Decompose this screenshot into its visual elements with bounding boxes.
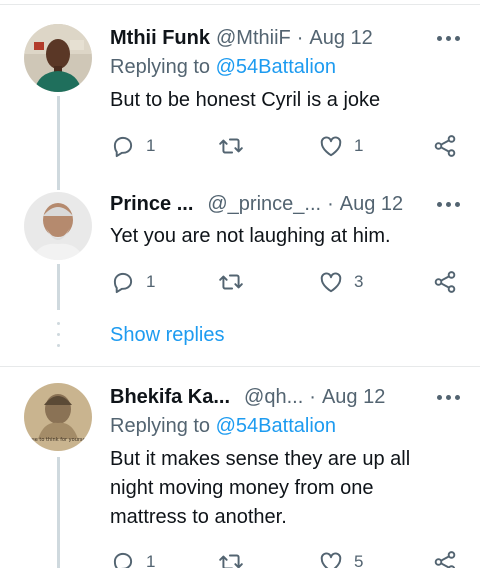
thread-line (57, 264, 60, 310)
author-name[interactable]: Mthii Funk (110, 27, 210, 50)
top-divider (0, 4, 480, 5)
mention-link[interactable]: @54Battalion (216, 56, 336, 78)
retweet-button[interactable] (218, 548, 254, 568)
show-replies-link[interactable]: Show replies (110, 324, 225, 347)
author-handle[interactable]: @_prince_... (207, 193, 321, 216)
share-icon (434, 135, 456, 157)
replying-to: Replying to @54Battalion (110, 415, 336, 438)
reply-button[interactable]: 1 (110, 548, 155, 568)
tweet-prince[interactable]: Prince ... @_prince_... · Aug 12 Yet you… (0, 180, 480, 310)
avatar[interactable] (24, 24, 92, 92)
tweet-text: Yet you are not laughing at him. (110, 225, 391, 247)
replying-prefix: Replying to (110, 56, 211, 78)
tweet-actions: 1 1 (110, 132, 460, 160)
like-count: 1 (354, 136, 364, 155)
avatar[interactable]: Free to think for yourself (24, 383, 92, 451)
tweet-header: Mthii Funk @MthiiF · Aug 12 (110, 24, 460, 52)
share-button[interactable] (432, 132, 458, 160)
author-name[interactable]: Bhekifa Ka... (110, 386, 230, 409)
like-icon (320, 136, 342, 157)
tweet-date[interactable]: Aug 12 (322, 386, 385, 409)
tweet-date[interactable]: Aug 12 (340, 193, 403, 216)
separator-dot: · (309, 385, 316, 408)
share-button[interactable] (432, 268, 458, 296)
tweet-header: Bhekifa Ka... @qh... · Aug 12 (110, 383, 460, 411)
reply-button[interactable]: 1 (110, 132, 155, 160)
reply-icon (113, 136, 133, 158)
like-button[interactable]: 3 (318, 268, 363, 296)
reply-button[interactable]: 1 (110, 268, 155, 296)
tweet-date[interactable]: Aug 12 (309, 27, 372, 50)
tweet-text: But to be honest Cyril is a joke (110, 89, 381, 111)
tweet-header: Prince ... @_prince_... · Aug 12 (110, 190, 460, 218)
collapsed-thread-dots (57, 322, 60, 352)
tweet-mthii-funk[interactable]: Mthii Funk @MthiiF · Aug 12 Replying to … (0, 10, 480, 180)
avatar[interactable] (24, 192, 92, 260)
more-icon[interactable] (437, 202, 460, 207)
share-icon (434, 551, 456, 568)
author-handle[interactable]: @MthiiF (216, 27, 291, 50)
like-button[interactable]: 1 (318, 132, 363, 160)
retweet-icon (219, 274, 243, 290)
mention-link[interactable]: @54Battalion (216, 415, 336, 437)
like-icon (320, 552, 342, 568)
replying-to: Replying to @54Battalion (110, 56, 336, 79)
retweet-icon (219, 554, 243, 568)
reply-count: 1 (146, 136, 156, 155)
separator-dot: · (327, 192, 334, 215)
reply-icon (113, 552, 133, 568)
tweet-actions: 1 3 (110, 268, 460, 296)
like-button[interactable]: 5 (318, 548, 363, 568)
like-count: 5 (354, 552, 364, 568)
share-icon (434, 271, 456, 293)
retweet-button[interactable] (218, 268, 254, 296)
separator-dot: · (296, 26, 304, 49)
reply-count: 1 (146, 552, 156, 568)
more-icon[interactable] (437, 395, 460, 400)
share-button[interactable] (432, 548, 458, 568)
tweet-bhekifa[interactable]: Free to think for yourself Bhekifa Ka...… (0, 367, 480, 568)
reply-count: 1 (146, 272, 156, 291)
retweet-button[interactable] (218, 132, 254, 160)
thread-line (57, 96, 60, 180)
author-name[interactable]: Prince ... (110, 193, 193, 216)
more-icon[interactable] (437, 36, 460, 41)
replying-prefix: Replying to (110, 415, 211, 437)
tweet-actions: 1 5 (110, 548, 460, 568)
thread-line (57, 180, 60, 190)
author-handle[interactable]: @qh... (244, 386, 303, 409)
like-icon (320, 272, 342, 293)
retweet-icon (219, 138, 243, 154)
tweet-text: But it makes sense they are up all night… (110, 448, 411, 528)
thread-line (57, 457, 60, 568)
avatar-caption: Free to think for yourself (27, 437, 89, 443)
like-count: 3 (354, 272, 364, 291)
reply-icon (113, 272, 133, 294)
